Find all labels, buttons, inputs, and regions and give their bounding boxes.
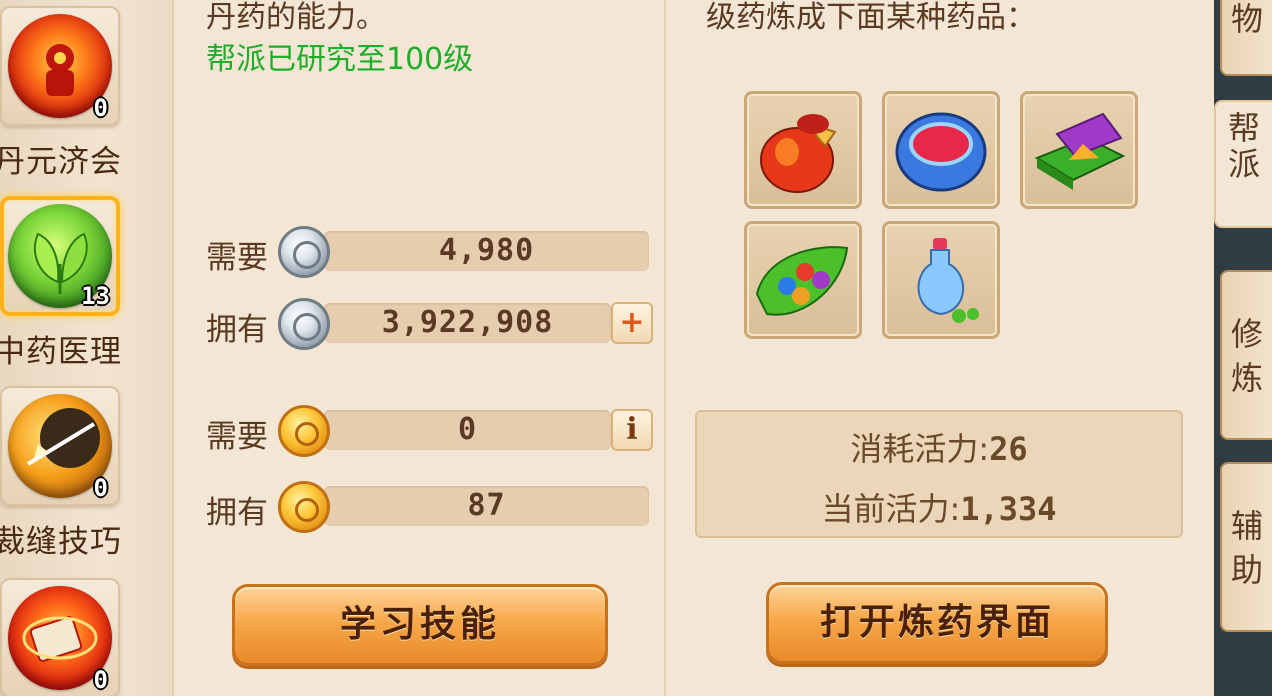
skill-item-herb[interactable]: 13: [0, 196, 120, 316]
consume-value: 26: [989, 430, 1028, 468]
current-value: 1,334: [960, 490, 1057, 528]
skill-label: 中药医理: [0, 334, 122, 370]
silver-have-value: 3,922,908: [381, 305, 554, 340]
skill-label: 裁缝技巧: [0, 524, 122, 560]
tab-cultivate[interactable]: 修 炼: [1220, 270, 1272, 440]
item-slot[interactable]: [882, 91, 1000, 209]
jewel-leaf-icon: [755, 246, 849, 316]
add-silver-button[interactable]: +: [611, 302, 653, 344]
purple-box-icon: [1034, 112, 1126, 190]
tab-guild[interactable]: 帮 派: [1214, 100, 1272, 228]
silver-need-value: 4,980: [438, 233, 535, 268]
blue-ring-icon: [895, 112, 987, 192]
alchemy-description: 级药炼成下面某种药品：: [706, 0, 1036, 35]
item-slot[interactable]: [882, 221, 1000, 339]
vitality-consume: 消耗活力:26: [697, 424, 1181, 470]
silver-coin-icon: [278, 226, 330, 278]
skill-count: 13: [81, 282, 110, 310]
need-label: 需要: [206, 240, 268, 276]
open-alchemy-button[interactable]: 打开炼药界面: [766, 582, 1108, 664]
item-slot[interactable]: [744, 91, 862, 209]
vitality-box: 消耗活力:26 当前活力:1,334: [695, 410, 1183, 538]
current-label: 当前活力:: [821, 490, 961, 528]
skill-count: 0: [93, 94, 108, 122]
info-button[interactable]: i: [611, 409, 653, 451]
gold-have-bar: 87: [324, 486, 649, 526]
skill-detail-panel: 丹药的能力。 帮派已研究至100级 需要 4,980 拥有 3,922,908 …: [172, 0, 666, 696]
skill-count: 0: [93, 474, 108, 502]
gold-need-bar: 0: [324, 410, 611, 450]
skill-label: 丹元济会: [0, 144, 122, 180]
gold-need-value: 0: [457, 412, 478, 447]
skill-description: 丹药的能力。: [206, 0, 386, 35]
skill-count: 0: [93, 666, 108, 694]
skill-list: 0 丹元济会 13 中药医理 0 裁缝技巧 0: [0, 0, 172, 696]
silver-need-bar: 4,980: [324, 231, 649, 271]
item-slot[interactable]: [744, 221, 862, 339]
tab-items[interactable]: 物: [1220, 0, 1272, 76]
skill-item-sewing[interactable]: 0: [0, 386, 120, 506]
need-label: 需要: [206, 419, 268, 455]
guild-research-level: 帮派已研究至100级: [206, 42, 474, 77]
item-slot[interactable]: [1020, 91, 1138, 209]
have-label: 拥有: [206, 495, 268, 531]
vitality-current: 当前活力:1,334: [697, 484, 1181, 530]
red-pouch-icon: [760, 114, 837, 193]
consume-label: 消耗活力:: [850, 430, 990, 468]
tab-strip: 物 帮 派 修 炼 辅 助: [1214, 0, 1272, 696]
blue-bottle-icon: [917, 238, 979, 323]
skill-item-fire-scroll[interactable]: 0: [0, 578, 120, 696]
gold-coin-icon: [278, 405, 330, 457]
alchemy-panel: 级药炼成下面某种药品： 消耗活力:26 当前活力:1,334 打开炼药界面: [666, 0, 1214, 696]
tab-assist[interactable]: 辅 助: [1220, 462, 1272, 632]
learn-skill-button[interactable]: 学习技能: [232, 584, 608, 666]
silver-have-bar: 3,922,908: [324, 303, 611, 343]
gold-coin-icon: [278, 481, 330, 533]
skill-item-dan-yuan[interactable]: 0: [0, 6, 120, 126]
silver-coin-icon: [278, 298, 330, 350]
have-label: 拥有: [206, 312, 268, 348]
gold-have-value: 87: [467, 488, 506, 523]
